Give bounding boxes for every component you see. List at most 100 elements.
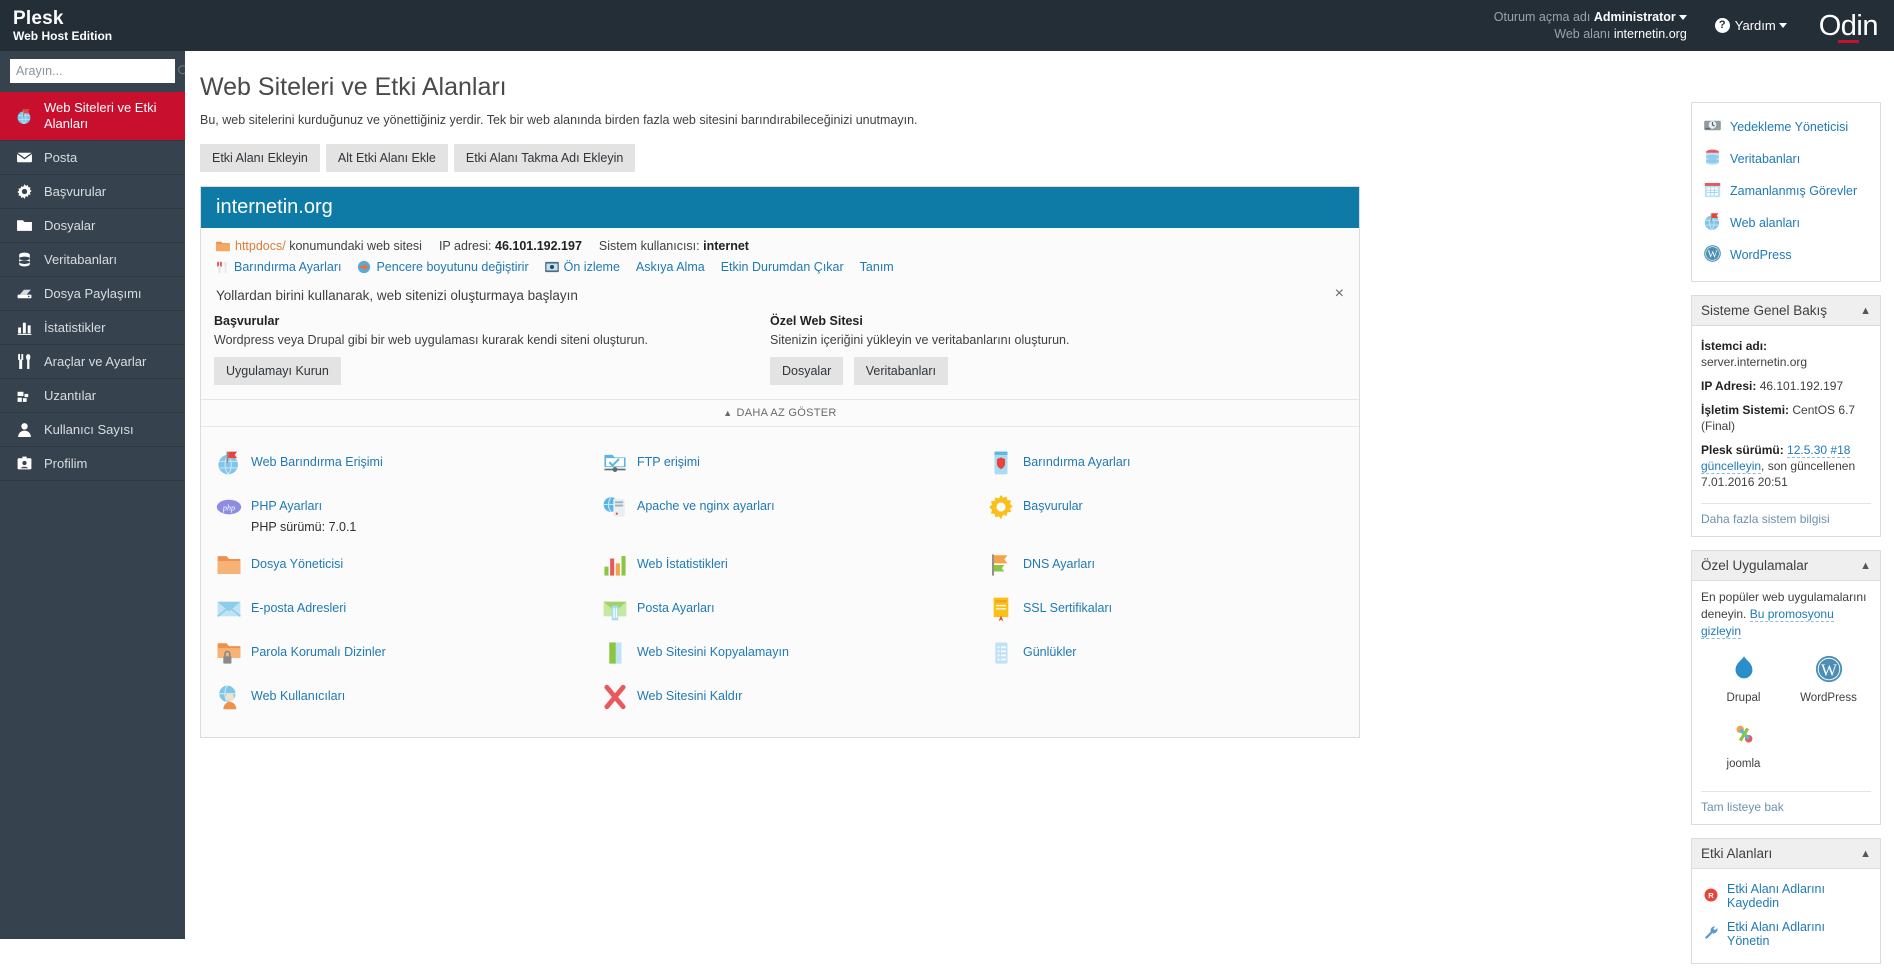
shortcut-item[interactable]: Web alanları (1701, 207, 1871, 239)
description-action[interactable]: Tanım (860, 260, 894, 274)
search-box[interactable] (10, 59, 191, 83)
action-label[interactable]: Etkin Durumdan Çıkar (721, 260, 844, 274)
app-item[interactable]: Drupal (1701, 650, 1786, 716)
tool-item[interactable]: Web İstatistikleri (587, 543, 973, 587)
tool-label[interactable]: Web Sitesini Kaldır (637, 689, 742, 703)
chevron-up-icon[interactable]: ▲ (1860, 560, 1871, 572)
search-input[interactable] (16, 64, 177, 78)
tool-label[interactable]: Parola Korumalı Dizinler (251, 645, 386, 659)
tool-item[interactable]: php PHP Ayarları PHP sürümü: 7.0.1 (201, 485, 587, 543)
domains-header[interactable]: Etki Alanları ▲ (1692, 839, 1880, 869)
preview-action[interactable]: Ön izleme (544, 260, 620, 274)
app-item[interactable]: W WordPress (1786, 650, 1871, 716)
tool-label[interactable]: Apache ve nginx ayarları (637, 499, 775, 513)
shortcut-label[interactable]: Yedekleme Yöneticisi (1730, 120, 1848, 134)
sidebar-item-3[interactable]: Dosyalar (0, 209, 185, 243)
sidebar-item-5[interactable]: Dosya Paylaşımı (0, 277, 185, 311)
tool-item[interactable]: Web Sitesini Kopyalamayın (587, 631, 973, 675)
tool-item[interactable]: Parola Korumalı Dizinler (201, 631, 587, 675)
tool-item[interactable]: Apache ve nginx ayarları (587, 485, 973, 543)
tool-item[interactable]: Dosya Yöneticisi (201, 543, 587, 587)
shortcut-label[interactable]: Veritabanları (1730, 152, 1800, 166)
tool-label[interactable]: E-posta Adresleri (251, 601, 346, 615)
tool-item[interactable]: Başvurular (973, 485, 1359, 543)
domain-link-label[interactable]: Etki Alanı Adlarını Kaydedin (1727, 882, 1869, 910)
tool-label[interactable]: Posta Ayarları (637, 601, 715, 615)
databases-button[interactable]: Veritabanları (853, 357, 948, 385)
tool-label[interactable]: Dosya Yöneticisi (251, 557, 343, 571)
domain-name: internetin.org (216, 196, 333, 218)
sidebar-item-8[interactable]: Uzantılar (0, 379, 185, 413)
domain-link-item[interactable]: Etki Alanı Adlarını Yönetin (1701, 915, 1871, 953)
help-menu[interactable]: ? Yardım (1714, 18, 1787, 33)
tool-item[interactable]: DNS Ayarları (973, 543, 1359, 587)
action-label[interactable]: Pencere boyutunu değiştirir (376, 260, 528, 274)
app-item[interactable]: joomla (1701, 716, 1786, 782)
full-list-link[interactable]: Tam listeye bak (1701, 800, 1871, 814)
tool-label[interactable]: SSL Sertifikaları (1023, 601, 1112, 615)
action-label[interactable]: Askıya Alma (636, 260, 705, 274)
tool-label[interactable]: FTP erişimi (637, 455, 700, 469)
shortcut-item[interactable]: W WordPress (1701, 239, 1871, 271)
custom-apps-header[interactable]: Özel Uygulamalar ▲ (1692, 551, 1880, 581)
action-label[interactable]: Ön izleme (564, 260, 620, 274)
tool-label[interactable]: PHP Ayarları (251, 499, 322, 513)
sidebar-item-7[interactable]: Araçlar ve Ayarlar (0, 345, 185, 379)
chevron-down-icon[interactable] (1678, 14, 1687, 20)
deactivate-action[interactable]: Etkin Durumdan Çıkar (721, 260, 844, 274)
more-system-info-link[interactable]: Daha fazla sistem bilgisi (1701, 512, 1871, 526)
plesk-update-link[interactable]: güncelleyin (1701, 459, 1762, 474)
install-app-button[interactable]: Uygulamayı Kurun (214, 357, 341, 385)
shortcut-item[interactable]: Veritabanları (1701, 143, 1871, 175)
shortcut-item[interactable]: Zamanlanmış Görevler (1701, 175, 1871, 207)
tool-label[interactable]: Web Kullanıcıları (251, 689, 345, 703)
sidebar-item-1[interactable]: Posta (0, 141, 185, 175)
chevron-up-icon[interactable]: ▲ (1860, 848, 1871, 860)
sidebar-item-0[interactable]: Web Siteleri ve Etki Alanları (0, 92, 185, 141)
sidebar-item-9[interactable]: Kullanıcı Sayısı (0, 413, 185, 447)
domain-link-item[interactable]: R Etki Alanı Adlarını Kaydedin (1701, 877, 1871, 915)
close-icon[interactable]: × (1335, 286, 1344, 302)
tool-item[interactable]: Posta Ayarları (587, 587, 973, 631)
tool-label[interactable]: DNS Ayarları (1023, 557, 1095, 571)
tool-item[interactable]: Web Kullanıcıları (201, 675, 587, 719)
chevron-down-icon[interactable] (1778, 23, 1787, 28)
suspend-action[interactable]: Askıya Alma (636, 260, 705, 274)
action-label[interactable]: Barındırma Ayarları (234, 260, 341, 274)
docroot-link[interactable]: httpdocs/ (235, 239, 286, 253)
tool-item[interactable]: Barındırma Ayarları (973, 441, 1359, 485)
shortcut-label[interactable]: Zamanlanmış Görevler (1730, 184, 1857, 198)
tool-label[interactable]: Başvurular (1023, 499, 1083, 513)
tool-item[interactable]: Günlükler (973, 631, 1359, 675)
plesk-version-link[interactable]: 12.5.30 #18 (1787, 443, 1851, 458)
resize-window-action[interactable]: Pencere boyutunu değiştirir (357, 260, 529, 274)
tool-label[interactable]: Web Barındırma Erişimi (251, 455, 383, 469)
tool-item[interactable]: Web Barındırma Erişimi (201, 441, 587, 485)
login-value[interactable]: Administrator (1594, 10, 1676, 24)
tool-label[interactable]: Günlükler (1023, 645, 1077, 659)
add-subdomain-button[interactable]: Alt Etki Alanı Ekle (325, 144, 448, 172)
tool-item[interactable]: SSL Sertifikaları (973, 587, 1359, 631)
shortcut-label[interactable]: WordPress (1730, 248, 1792, 262)
action-label[interactable]: Tanım (860, 260, 894, 274)
show-less-toggle[interactable]: ▲ DAHA AZ GÖSTER (201, 399, 1359, 427)
chevron-up-icon[interactable]: ▲ (1860, 305, 1871, 317)
sidebar-item-10[interactable]: Profilim (0, 447, 185, 481)
domain-link-label[interactable]: Etki Alanı Adlarını Yönetin (1727, 920, 1869, 948)
sidebar-item-6[interactable]: İstatistikler (0, 311, 185, 345)
tool-item[interactable]: Web Sitesini Kaldır (587, 675, 973, 719)
shortcut-item[interactable]: Yedekleme Yöneticisi (1701, 111, 1871, 143)
add-domain-button[interactable]: Etki Alanı Ekleyin (200, 144, 320, 172)
tool-item[interactable]: FTP erişimi (587, 441, 973, 485)
sidebar-item-4[interactable]: Veritabanları (0, 243, 185, 277)
tool-label[interactable]: Web Sitesini Kopyalamayın (637, 645, 789, 659)
tool-item[interactable]: E-posta Adresleri (201, 587, 587, 631)
sidebar-item-2[interactable]: Başvurular (0, 175, 185, 209)
shortcut-label[interactable]: Web alanları (1730, 216, 1800, 230)
add-domain-alias-button[interactable]: Etki Alanı Takma Adı Ekleyin (453, 144, 636, 172)
files-button[interactable]: Dosyalar (770, 357, 844, 385)
tool-label[interactable]: Web İstatistikleri (637, 557, 728, 571)
hosting-settings-action[interactable]: Barındırma Ayarları (216, 260, 341, 274)
tool-label[interactable]: Barındırma Ayarları (1023, 455, 1130, 469)
system-overview-header[interactable]: Sisteme Genel Bakış ▲ (1692, 296, 1880, 326)
